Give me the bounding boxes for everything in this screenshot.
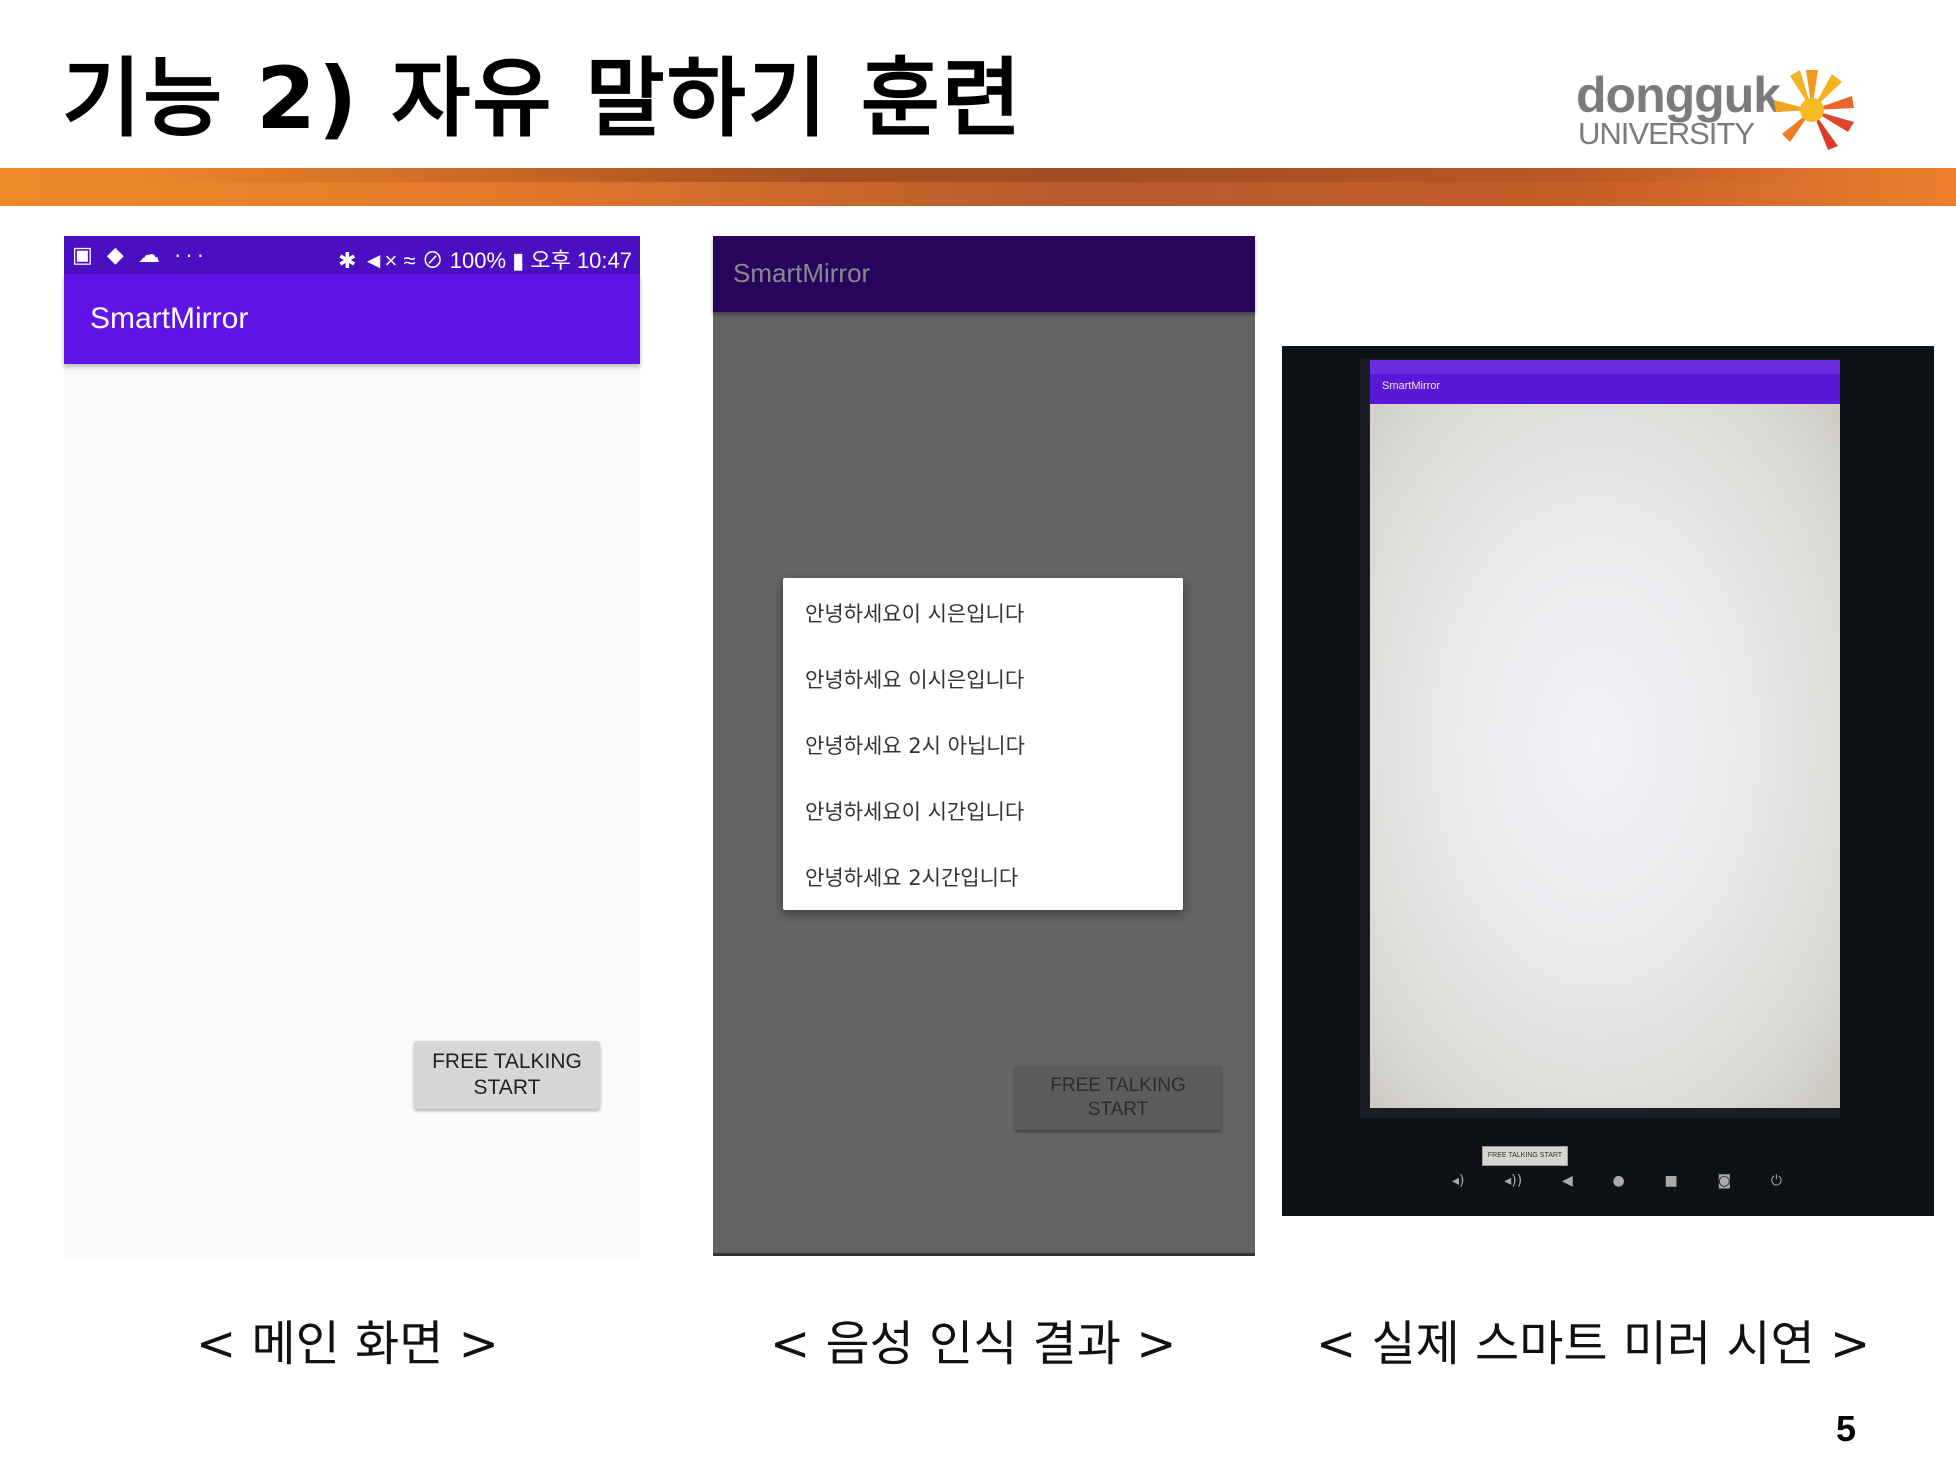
smart-mirror-photo: SmartMirror FREE TALKING START ◂) ◂)) ◀ …: [1282, 346, 1934, 1216]
mirror-app-bar: SmartMirror: [1370, 374, 1840, 404]
result-option[interactable]: 안녕하세요이 시은입니다: [805, 598, 1024, 628]
bottom-edge: [713, 1253, 1255, 1256]
caption-main-screen: < 메인 화면 >: [196, 1316, 499, 1372]
recent-icon[interactable]: ■: [1665, 1173, 1678, 1189]
back-icon[interactable]: ◀: [1562, 1173, 1573, 1189]
caption-recognition-result: < 음성 인식 결과 >: [770, 1316, 1177, 1372]
result-option[interactable]: 안녕하세요 2시 아닙니다: [805, 730, 1025, 760]
button-label-line1: FREE TALKING: [1050, 1075, 1186, 1096]
result-screen-phone: SmartMirror 안녕하세요이 시은입니다 안녕하세요 이시은입니다 안녕…: [713, 236, 1255, 1256]
mirror-free-talking-button[interactable]: FREE TALKING START: [1482, 1146, 1568, 1166]
mirror-screen: [1370, 404, 1840, 1108]
page-number: 5: [1836, 1408, 1857, 1449]
status-icons-left: ▣ ◆ ☁ ···: [72, 242, 209, 267]
result-option[interactable]: 안녕하세요 2시간입니다: [805, 862, 1018, 892]
free-talking-start-button[interactable]: FREE TALKING START: [414, 1041, 600, 1109]
button-label-line1: FREE TALKING: [432, 1050, 582, 1073]
recognition-result-dialog: 안녕하세요이 시은입니다 안녕하세요 이시은입니다 안녕하세요 2시 아닙니다 …: [783, 578, 1183, 910]
home-icon[interactable]: ●: [1613, 1173, 1625, 1189]
app-bar: SmartMirror: [713, 236, 1255, 312]
camera-icon[interactable]: ◙: [1718, 1173, 1732, 1189]
volume-down-icon[interactable]: ◂): [1452, 1173, 1465, 1189]
slide-title: 기능 2) 자유 말하기 훈련: [62, 49, 1023, 149]
main-screen-phone: ▣ ◆ ☁ ··· ✱ ◄× ≈ ⊘ 100% ▮ 오후 10:47 Smart…: [64, 236, 640, 1260]
result-option[interactable]: 안녕하세요이 시간입니다: [805, 796, 1024, 826]
volume-up-icon[interactable]: ◂)): [1504, 1173, 1522, 1189]
logo-text-university: UNIVERSITY: [1578, 116, 1755, 151]
app-title: SmartMirror: [90, 302, 249, 335]
accent-band: [0, 168, 1956, 206]
button-label-line2: START: [473, 1076, 541, 1099]
app-bar: SmartMirror: [64, 274, 640, 364]
result-option[interactable]: 안녕하세요 이시은입니다: [805, 664, 1024, 694]
status-bar: ▣ ◆ ☁ ··· ✱ ◄× ≈ ⊘ 100% ▮ 오후 10:47: [64, 236, 640, 274]
caption-mirror-demo: < 실제 스마트 미러 시연 >: [1316, 1316, 1871, 1372]
power-icon[interactable]: ⏻: [1771, 1173, 1782, 1189]
free-talking-start-button[interactable]: FREE TALKING START: [1015, 1066, 1221, 1130]
mirror-app-title: SmartMirror: [1382, 380, 1441, 392]
dongguk-logo: dongguk UNIVERSITY: [1570, 62, 1870, 162]
status-icons-right: ✱ ◄× ≈ ⊘ 100% ▮ 오후 10:47: [338, 248, 632, 273]
mirror-nav-bar: ◂) ◂)) ◀ ● ■ ◙ ⏻: [1452, 1166, 1782, 1196]
logo-sunburst-icon: [1774, 70, 1854, 150]
app-title: SmartMirror: [733, 258, 871, 288]
button-label-line2: START: [1087, 1099, 1149, 1120]
